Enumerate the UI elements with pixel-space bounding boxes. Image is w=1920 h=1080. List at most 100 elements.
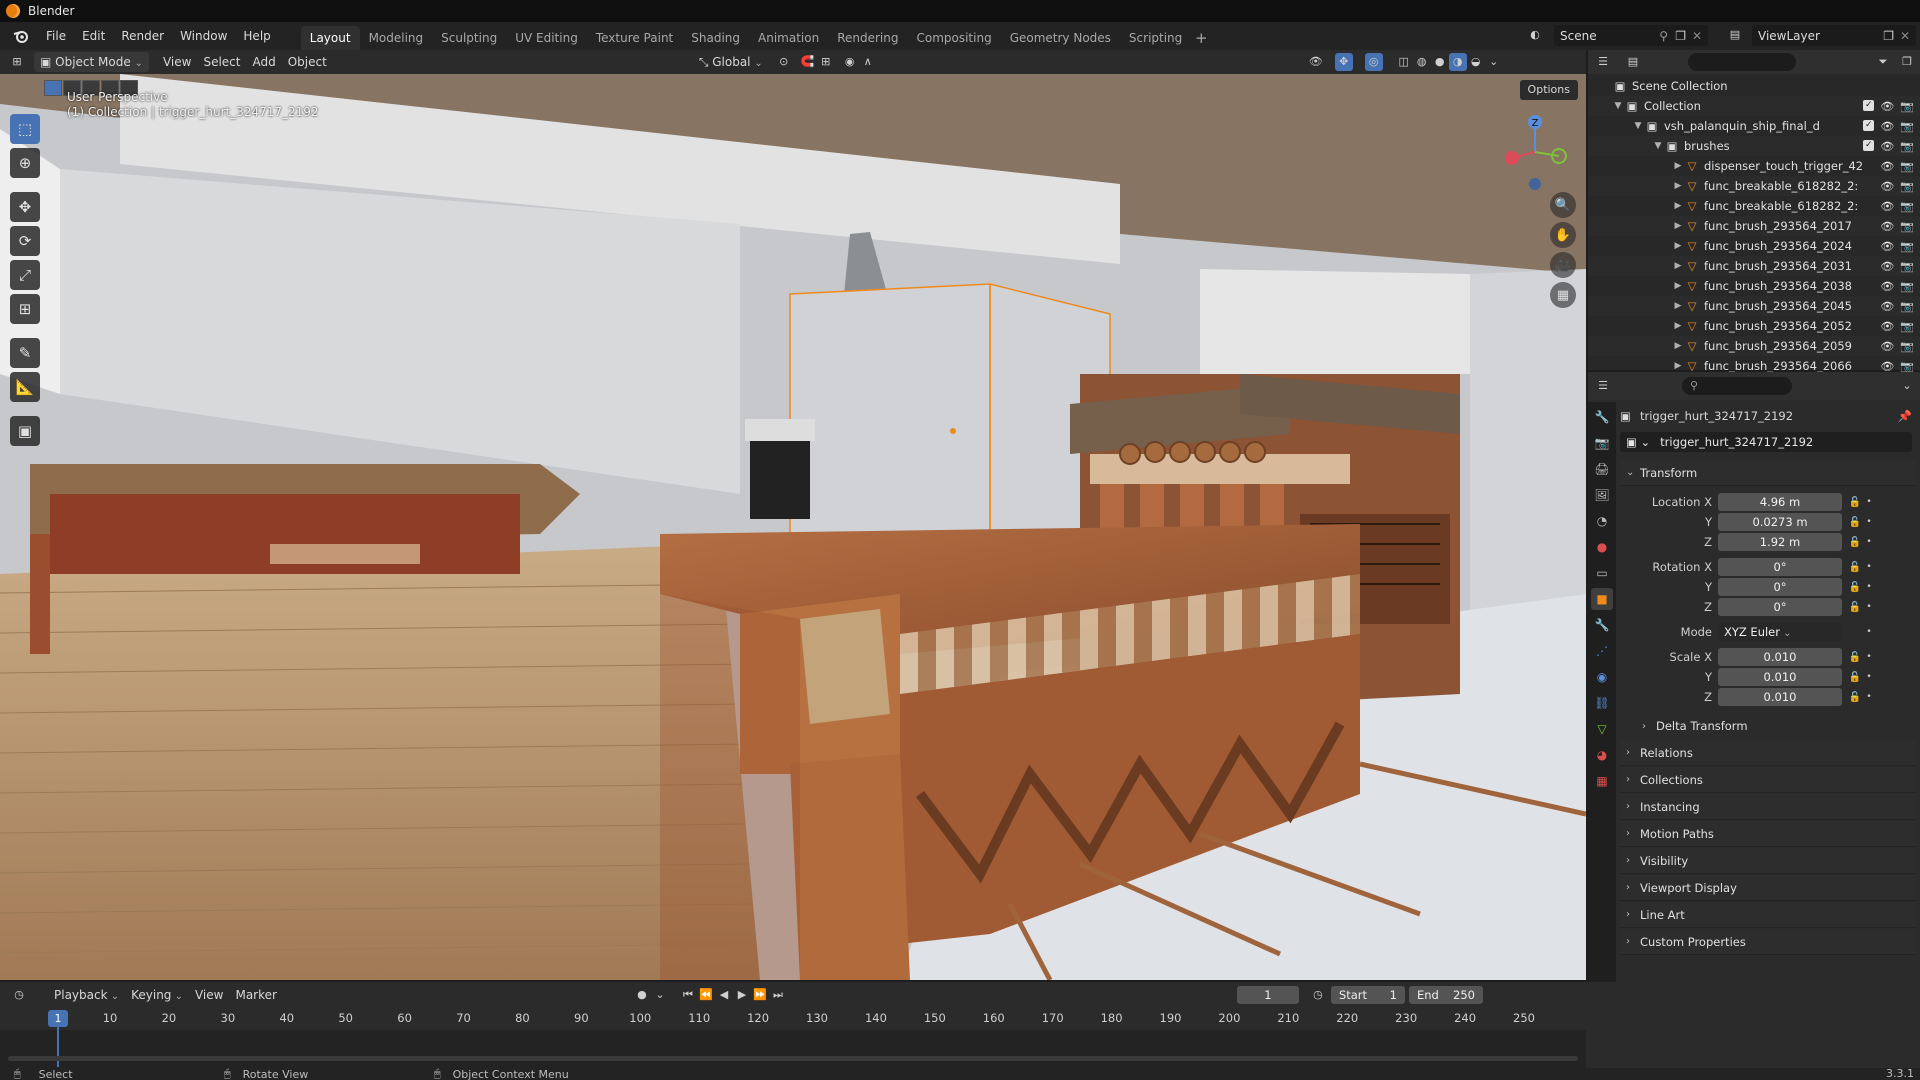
outliner-row-object[interactable]: ▶ ▽ func_brush_293564_2024 👁 📷 (1588, 236, 1920, 256)
scene-selector[interactable]: Scene ⚲ ❐ ✕ (1554, 25, 1708, 46)
collection-exclude-checkbox[interactable]: ✓ (1863, 99, 1875, 111)
view-layer-selector[interactable]: ViewLayer ❐ ✕ (1752, 25, 1916, 46)
shading-solid-icon[interactable]: ● (1431, 53, 1449, 71)
scale-y-keyframe-icon[interactable]: • (1864, 672, 1874, 682)
outliner-row-object[interactable]: ▶ ▽ func_brush_293564_2017 👁 📷 (1588, 216, 1920, 236)
location-x-lock-icon[interactable]: 🔓 (1846, 497, 1864, 508)
view-layer-icon[interactable]: ▤ (1726, 26, 1744, 44)
location-z-keyframe-icon[interactable]: • (1864, 537, 1874, 547)
rotation-z-lock-icon[interactable]: 🔓 (1846, 602, 1864, 613)
expand-object-icon[interactable]: ▶ (1672, 241, 1684, 251)
outliner-row-object[interactable]: ▶ ▽ func_brush_293564_2045 👁 📷 (1588, 296, 1920, 316)
playhead-frame[interactable]: 1 (48, 1010, 68, 1027)
overlay-toggle-icon[interactable]: ◎ (1364, 53, 1383, 71)
location-y-field[interactable]: 0.0273 m (1718, 513, 1842, 531)
object-render-icon[interactable]: 📷 (1900, 280, 1914, 293)
jump-end-icon[interactable]: ⏭ (769, 986, 787, 1004)
scale-tool-icon[interactable]: ⤢ (10, 260, 40, 290)
expand-collection-icon[interactable]: ▼ (1612, 101, 1624, 111)
transform-tool-icon[interactable]: ⊞ (10, 294, 40, 324)
move-tool-icon[interactable]: ✥ (10, 192, 40, 222)
outliner-row-object[interactable]: ▶ ▽ func_breakable_618282_2: 👁 📷 (1588, 176, 1920, 196)
rotation-mode-keyframe-icon[interactable]: • (1864, 627, 1874, 637)
expand-object-icon[interactable]: ▶ (1672, 301, 1684, 311)
object-visibility-icon[interactable]: 👁 (1880, 220, 1894, 233)
location-z-lock-icon[interactable]: 🔓 (1846, 537, 1864, 548)
texture-properties-icon[interactable]: ▦ (1591, 770, 1613, 792)
outliner-row-object[interactable]: ▶ ▽ func_brush_293564_2031 👁 📷 (1588, 256, 1920, 276)
timeline-menu-view[interactable]: View (189, 985, 229, 1005)
tab-animation[interactable]: Animation (749, 26, 828, 50)
menu-window[interactable]: Window (172, 25, 235, 47)
relations-section-header[interactable]: › Relations (1620, 740, 1916, 766)
object-render-icon[interactable]: 📷 (1900, 240, 1914, 253)
properties-search-input[interactable]: ⚲ (1682, 377, 1792, 395)
rotation-z-keyframe-icon[interactable]: • (1864, 602, 1874, 612)
render-properties-icon[interactable]: 📷 (1591, 432, 1613, 454)
delete-scene-icon[interactable]: ✕ (1692, 29, 1702, 43)
tool-properties-icon[interactable]: 🔧 (1591, 406, 1613, 428)
menu-edit[interactable]: Edit (74, 25, 113, 47)
new-view-layer-icon[interactable]: ❐ (1883, 29, 1894, 43)
expand-object-icon[interactable]: ▶ (1672, 321, 1684, 331)
object-visibility-icon[interactable]: 👁 (1880, 280, 1894, 293)
rotation-x-field[interactable]: 0° (1718, 558, 1842, 576)
timeline-menu-marker[interactable]: Marker (229, 985, 282, 1005)
pan-view-icon[interactable]: ✋ (1550, 222, 1576, 248)
pin-icon[interactable]: ⚲ (1659, 29, 1668, 43)
expand-object-icon[interactable]: ▶ (1672, 361, 1684, 371)
navigation-gizmo[interactable]: Z (1495, 112, 1575, 192)
object-visibility-icon[interactable]: 👁 (1880, 240, 1894, 253)
camera-view-icon[interactable]: 🎥 (1550, 252, 1576, 278)
tab-geometry-nodes[interactable]: Geometry Nodes (1001, 26, 1120, 50)
object-visibility-icon[interactable]: 👁 (1880, 320, 1894, 333)
expand-object-icon[interactable]: ▶ (1672, 181, 1684, 191)
outliner-row-object[interactable]: ▶ ▽ func_brush_293564_2052 👁 📷 (1588, 316, 1920, 336)
scale-y-field[interactable]: 0.010 (1718, 668, 1842, 686)
outliner-row-object[interactable]: ▶ ▽ func_brush_293564_2059 👁 📷 (1588, 336, 1920, 356)
modifier-properties-icon[interactable]: 🔧 (1591, 614, 1613, 636)
scene-properties-icon[interactable]: ◔ (1591, 510, 1613, 532)
tab-texture-paint[interactable]: Texture Paint (587, 26, 682, 50)
viewport-display-section-header[interactable]: › Viewport Display (1620, 875, 1916, 901)
zoom-view-icon[interactable]: 🔍 (1550, 192, 1576, 218)
snap-icon[interactable]: 🧲 (799, 53, 817, 71)
viewport-menu-view[interactable]: View (157, 52, 197, 72)
outliner-row-ship[interactable]: ▼ ▣ vsh_palanquin_ship_final_d ✓ 👁 📷 (1588, 116, 1920, 136)
location-y-keyframe-icon[interactable]: • (1864, 517, 1874, 527)
rotate-tool-icon[interactable]: ⟳ (10, 226, 40, 256)
collection-visibility-icon[interactable]: 👁 (1880, 100, 1894, 113)
tab-uv-editing[interactable]: UV Editing (506, 26, 587, 50)
cursor-tool-icon[interactable]: ⊕ (10, 148, 40, 178)
object-visibility-icon[interactable]: 👁 (1880, 300, 1894, 313)
output-properties-icon[interactable]: 🖨 (1591, 458, 1613, 480)
timeline-area[interactable]: 1 10 20 30 40 50 60 70 80 90 100 110 120 130 140 150 16… (0, 1008, 1586, 1068)
scene-type-icon[interactable]: ◐ (1526, 26, 1544, 44)
constraint-properties-icon[interactable]: ⛓ (1591, 692, 1613, 714)
scale-x-lock-icon[interactable]: 🔓 (1846, 652, 1864, 663)
object-properties-icon[interactable]: ■ (1591, 588, 1613, 610)
visibility-icon[interactable]: 👁 (1307, 53, 1325, 71)
tab-compositing[interactable]: Compositing (907, 26, 1000, 50)
particle-properties-icon[interactable]: ⋰ (1591, 640, 1613, 662)
object-mode-dropdown[interactable]: ▣ Object Mode (34, 52, 149, 72)
outliner-row-scene-collection[interactable]: ▣ Scene Collection (1588, 76, 1920, 96)
rotation-y-keyframe-icon[interactable]: • (1864, 582, 1874, 592)
object-render-icon[interactable]: 📷 (1900, 360, 1914, 373)
rotation-y-field[interactable]: 0° (1718, 578, 1842, 596)
outliner-editor-type-icon[interactable]: ☰ (1594, 53, 1612, 71)
menu-help[interactable]: Help (235, 25, 278, 47)
line-art-section-header[interactable]: › Line Art (1620, 902, 1916, 928)
viewport-menu-add[interactable]: Add (246, 52, 281, 72)
timeline-menu-keying[interactable]: Keying (125, 985, 189, 1005)
brushes-visibility-icon[interactable]: 👁 (1880, 140, 1894, 153)
data-properties-icon[interactable]: ▽ (1591, 718, 1613, 740)
object-visibility-icon[interactable]: 👁 (1880, 360, 1894, 373)
pin-properties-icon[interactable]: 📌 (1898, 409, 1912, 423)
expand-ship-icon[interactable]: ▼ (1632, 121, 1644, 131)
scale-z-lock-icon[interactable]: 🔓 (1846, 692, 1864, 703)
shading-rendered-icon[interactable]: ◒ (1467, 53, 1485, 71)
expand-object-icon[interactable]: ▶ (1672, 161, 1684, 171)
rotation-y-lock-icon[interactable]: 🔓 (1846, 582, 1864, 593)
blender-menu-icon[interactable] (10, 25, 32, 47)
